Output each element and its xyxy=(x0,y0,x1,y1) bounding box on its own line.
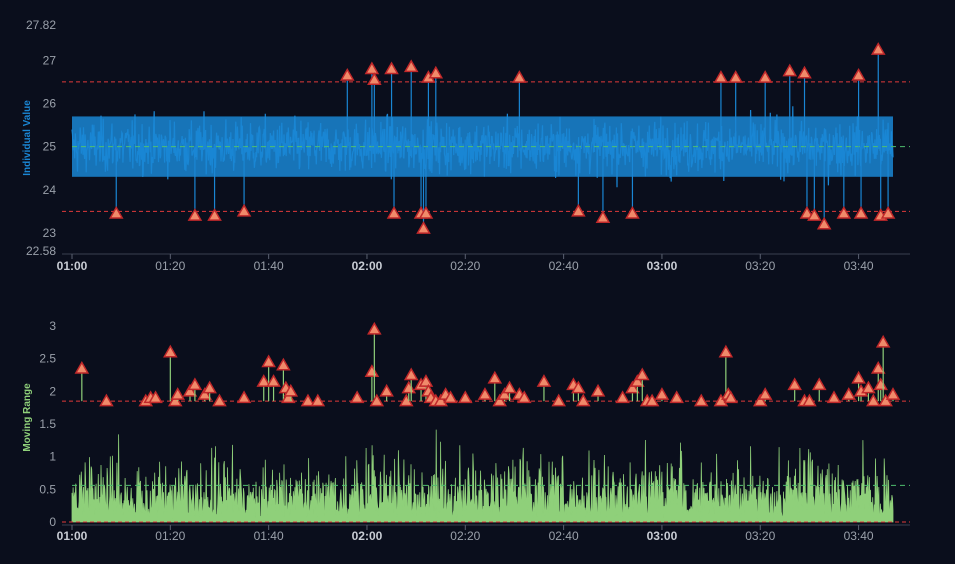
x-tick-label: 01:20 xyxy=(155,259,185,273)
y-axis-label: Individual Value xyxy=(22,100,33,176)
x-tick-label: 01:20 xyxy=(155,529,185,543)
x-tick-label: 02:40 xyxy=(549,259,579,273)
x-tick-label: 03:40 xyxy=(844,529,874,543)
x-tick-label: 02:20 xyxy=(450,259,480,273)
x-tick-label: 03:00 xyxy=(647,529,678,543)
x-tick-label: 03:20 xyxy=(745,259,775,273)
y-tick-label: 0 xyxy=(49,515,56,529)
x-tick-label: 01:00 xyxy=(57,259,88,273)
x-tick-label: 02:20 xyxy=(450,529,480,543)
y-tick-label: 24 xyxy=(43,183,57,197)
x-tick-label: 02:40 xyxy=(549,529,579,543)
x-tick-label: 03:00 xyxy=(647,259,678,273)
y-tick-label: 25 xyxy=(43,140,57,154)
x-tick-label: 02:00 xyxy=(352,529,383,543)
chart-canvas: 22.58232425262727.8201:00 01:20 01:40 02:00… xyxy=(0,0,955,559)
y-axis-label: Moving Range xyxy=(22,383,33,452)
y-tick-label: 27 xyxy=(43,53,57,67)
y-tick-label: 26 xyxy=(43,96,57,110)
spc-chart: 22.58 23 24 25 26 27 27.82 01:00 01:20 01:40 02:00… xyxy=(0,0,955,559)
x-tick-label: 02:00 xyxy=(352,259,383,273)
x-tick-label: 01:40 xyxy=(254,259,284,273)
y-tick-label: 2 xyxy=(49,384,56,398)
x-tick-label: 01:00 xyxy=(57,529,88,543)
y-tick-label: 1 xyxy=(49,450,56,464)
y-tick-label: 1.5 xyxy=(39,417,56,431)
y-tick-label: 27.82 xyxy=(26,18,56,32)
x-tick-label: 03:20 xyxy=(745,529,775,543)
y-tick-label: 23 xyxy=(43,226,57,240)
y-tick-label: 2.5 xyxy=(39,352,56,366)
y-tick-label: 0.5 xyxy=(39,482,56,496)
x-tick-label: 03:40 xyxy=(844,259,874,273)
y-tick-label: 3 xyxy=(49,319,56,333)
y-tick-label: 22.58 xyxy=(26,244,56,258)
x-tick-label: 01:40 xyxy=(254,529,284,543)
